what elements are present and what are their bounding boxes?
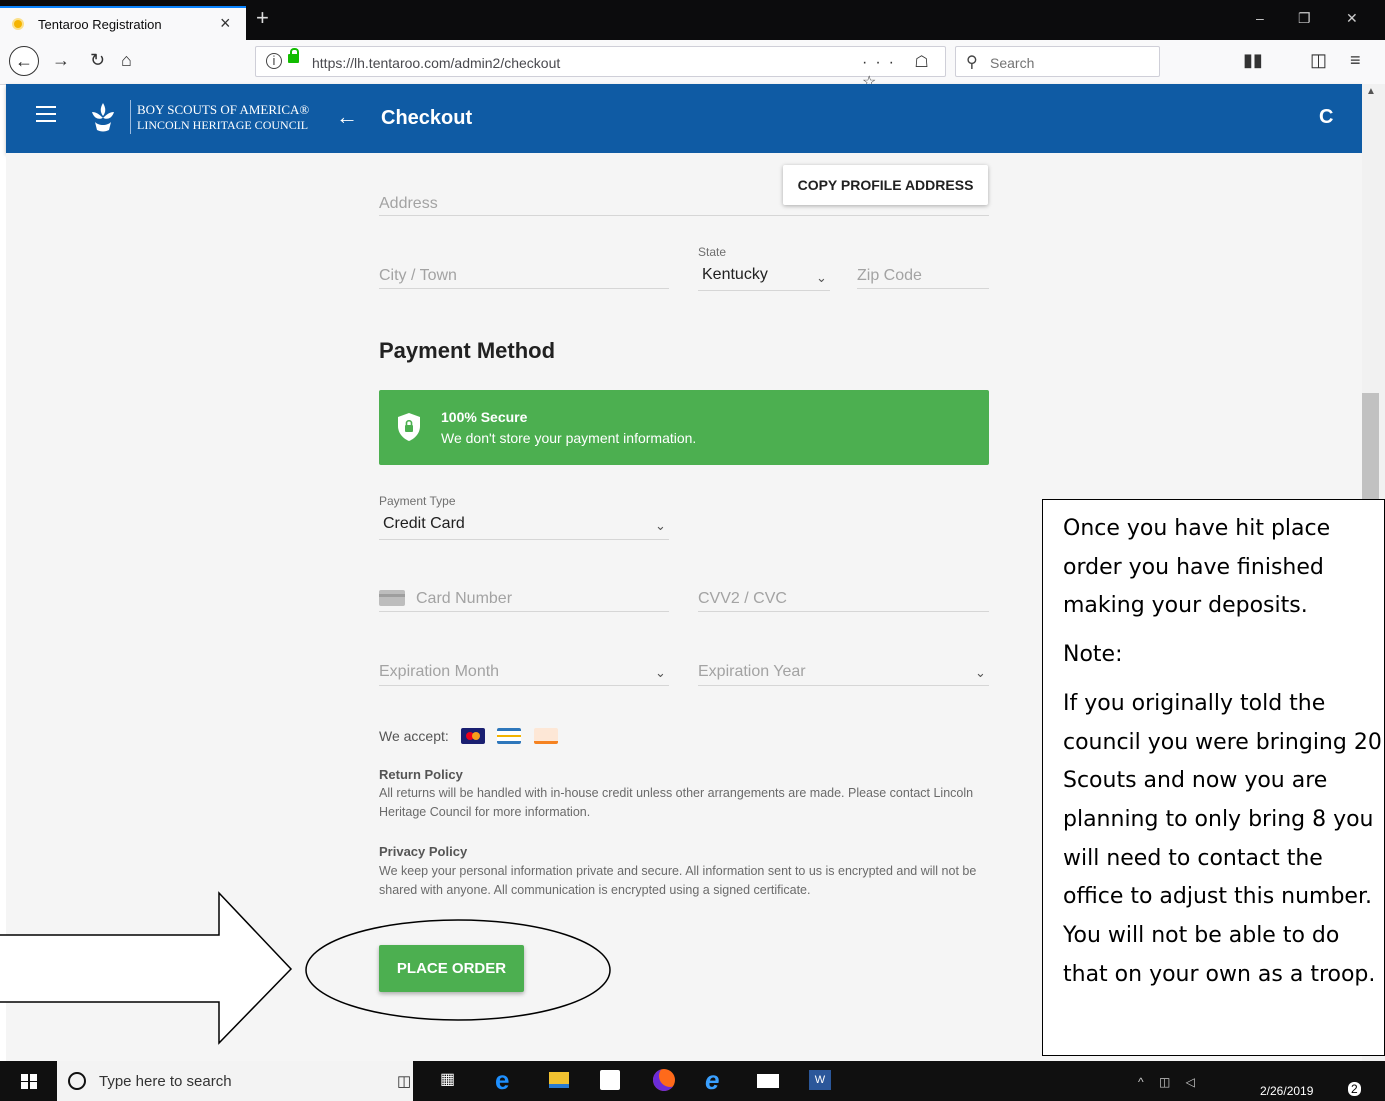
restore-icon[interactable]: ❐ bbox=[1298, 10, 1311, 27]
payment-type-underline bbox=[379, 539, 669, 540]
exp-year-underline bbox=[698, 685, 989, 686]
privacy-policy-title: Privacy Policy bbox=[379, 844, 468, 859]
bsa-logo-icon bbox=[92, 103, 114, 132]
annotation-note: Once you have hit place order you have f… bbox=[1042, 499, 1385, 1056]
close-window-icon[interactable]: ✕ bbox=[1346, 10, 1358, 27]
note-paragraph: If you originally told the council you w… bbox=[1063, 690, 1382, 987]
browser-search-input[interactable]: ⚲ Search bbox=[955, 46, 1160, 77]
return-policy-text: All returns will be handled with in-hous… bbox=[379, 786, 974, 819]
file-explorer-icon[interactable] bbox=[549, 1072, 569, 1088]
state-label: State bbox=[698, 245, 727, 259]
discover-icon bbox=[534, 728, 558, 744]
library-icon[interactable]: ▮▮ bbox=[1243, 50, 1263, 71]
address-underline bbox=[379, 215, 989, 216]
firefox-icon[interactable] bbox=[653, 1069, 675, 1091]
expiration-year-select[interactable]: Expiration Year bbox=[698, 663, 806, 681]
chevron-down-icon[interactable]: ⌄ bbox=[655, 665, 666, 681]
windows-start-icon[interactable] bbox=[21, 1074, 37, 1089]
expiration-month-select[interactable]: Expiration Month bbox=[379, 663, 499, 681]
back-button[interactable]: ← bbox=[9, 46, 39, 76]
payment-type-select[interactable]: Credit Card bbox=[383, 515, 465, 533]
microphone-icon[interactable]: ◫ bbox=[397, 1072, 411, 1090]
annotation-overlay bbox=[0, 891, 611, 1045]
arrow-icon bbox=[0, 891, 293, 1045]
mail-icon[interactable] bbox=[757, 1074, 779, 1088]
city-field[interactable]: City / Town bbox=[379, 267, 457, 285]
minimize-icon[interactable]: – bbox=[1256, 10, 1264, 26]
payment-method-heading: Payment Method bbox=[379, 338, 556, 363]
task-view-icon[interactable]: ▦ bbox=[440, 1068, 464, 1092]
tab-title: Tentaroo Registration bbox=[38, 17, 162, 32]
card-number-underline bbox=[379, 611, 669, 612]
browser-tab-bar: Tentaroo Registration × + – ❐ ✕ bbox=[0, 0, 1385, 40]
scroll-up-icon[interactable]: ▲ bbox=[1366, 86, 1376, 97]
tentaroo-favicon-icon bbox=[14, 20, 22, 28]
url-text[interactable]: https://lh.tentaroo.com/admin2/checkout bbox=[312, 55, 560, 71]
state-select[interactable]: Kentucky bbox=[702, 266, 768, 284]
cortana-icon bbox=[68, 1072, 86, 1090]
payment-type-label: Payment Type bbox=[379, 494, 456, 508]
cvv-underline bbox=[698, 611, 989, 612]
search-placeholder: Search bbox=[990, 55, 1035, 71]
exp-month-underline bbox=[379, 685, 669, 686]
reload-icon[interactable]: ↻ bbox=[90, 50, 105, 71]
browser-tab[interactable]: Tentaroo Registration × bbox=[0, 6, 246, 40]
home-icon[interactable]: ⌂ bbox=[121, 50, 132, 71]
app-menu-icon[interactable]: ≡ bbox=[1350, 50, 1361, 71]
return-policy-title: Return Policy bbox=[379, 767, 463, 782]
lock-icon bbox=[288, 48, 299, 63]
chevron-down-icon[interactable]: ⌄ bbox=[816, 270, 827, 286]
note-heading: Note: bbox=[1063, 642, 1123, 668]
taskbar-search-box[interactable]: Type here to search ◫ bbox=[57, 1061, 413, 1101]
secure-title: 100% Secure bbox=[441, 409, 528, 425]
council-name: LINCOLN HERITAGE COUNCIL bbox=[137, 118, 309, 132]
secure-text: We don't store your payment information. bbox=[441, 430, 697, 446]
secure-notice: 100% Secure We don't store your payment … bbox=[379, 390, 989, 465]
close-tab-icon[interactable]: × bbox=[220, 13, 231, 34]
we-accept-label: We accept: bbox=[379, 728, 449, 744]
city-underline bbox=[379, 288, 669, 289]
amex-icon bbox=[497, 728, 521, 744]
zip-underline bbox=[857, 288, 989, 289]
note-paragraph: Once you have hit place order you have f… bbox=[1063, 516, 1331, 619]
notification-count-badge[interactable]: 2 bbox=[1348, 1082, 1361, 1096]
cvv-field[interactable]: CVV2 / CVC bbox=[698, 590, 787, 608]
word-icon[interactable]: W bbox=[809, 1070, 831, 1090]
system-tray-icons[interactable]: ^ ◫ ◁ bbox=[1138, 1075, 1201, 1089]
store-icon[interactable] bbox=[600, 1070, 620, 1090]
back-arrow-icon[interactable]: ← bbox=[336, 104, 358, 130]
browser-nav-bar: ← → ↻ ⌂ i https://lh.tentaroo.com/admin2… bbox=[0, 40, 1385, 91]
forward-icon[interactable]: → bbox=[52, 50, 70, 71]
tray-date[interactable]: 2/26/2019 bbox=[1260, 1084, 1313, 1098]
refresh-icon[interactable]: C bbox=[1319, 106, 1333, 129]
new-tab-button[interactable]: + bbox=[256, 5, 269, 31]
org-name: BOY SCOUTS OF AMERICA® bbox=[137, 102, 310, 117]
internet-explorer-icon[interactable]: e bbox=[705, 1067, 729, 1093]
mastercard-icon bbox=[461, 728, 485, 744]
search-icon: ⚲ bbox=[966, 54, 978, 71]
scroll-thumb[interactable] bbox=[1362, 393, 1379, 503]
sidebar-icon[interactable]: ◫ bbox=[1310, 50, 1327, 71]
state-underline bbox=[698, 290, 830, 291]
copy-profile-address-button[interactable]: COPY PROFILE ADDRESS bbox=[783, 165, 988, 205]
taskbar-search-placeholder: Type here to search bbox=[99, 1073, 232, 1090]
highlight-ellipse bbox=[305, 919, 611, 1021]
address-field[interactable]: Address bbox=[379, 195, 438, 213]
url-bar[interactable]: i https://lh.tentaroo.com/admin2/checkou… bbox=[255, 46, 946, 91]
edge-icon[interactable]: e bbox=[495, 1067, 519, 1093]
logo-divider bbox=[130, 100, 131, 134]
shield-icon bbox=[398, 413, 420, 441]
zip-field[interactable]: Zip Code bbox=[857, 267, 922, 285]
chevron-down-icon[interactable]: ⌄ bbox=[655, 518, 666, 534]
page-title: Checkout bbox=[381, 107, 473, 129]
hamburger-menu-icon[interactable] bbox=[36, 106, 56, 122]
credit-card-icon bbox=[379, 590, 405, 606]
card-number-field[interactable]: Card Number bbox=[416, 590, 512, 608]
app-header: BOY SCOUTS OF AMERICA® LINCOLN HERITAGE … bbox=[6, 84, 1362, 153]
info-icon[interactable]: i bbox=[266, 53, 282, 69]
chevron-down-icon[interactable]: ⌄ bbox=[975, 665, 986, 681]
